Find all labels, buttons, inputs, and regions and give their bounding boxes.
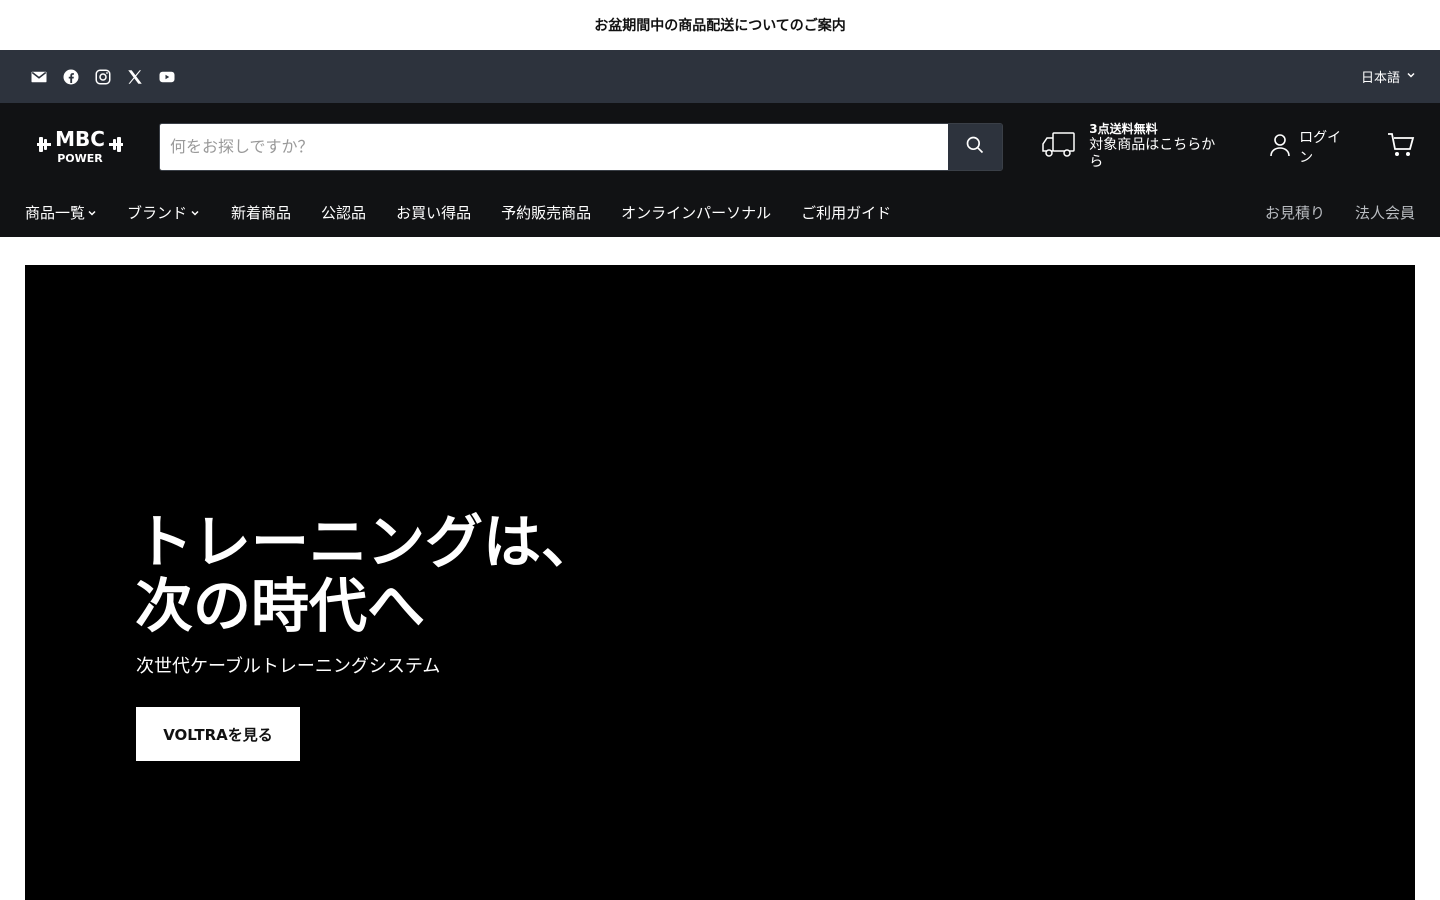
nav-left: 商品一覧 ブランド 新着商品 公認品 お買い得品 予約販売商品 オンラインパーソ…: [25, 202, 921, 223]
logo-text-mbc: MBC: [55, 127, 105, 151]
truck-icon: [1041, 130, 1077, 164]
nav-right: お見積り 法人会員: [1235, 202, 1415, 223]
main-nav: 商品一覧 ブランド 新着商品 公認品 お買い得品 予約販売商品 オンラインパーソ…: [0, 190, 1440, 237]
login-link[interactable]: ログイン: [1269, 127, 1355, 167]
mail-icon[interactable]: [30, 68, 48, 86]
nav-label: お買い得品: [396, 204, 472, 222]
nav-item-brands[interactable]: ブランド: [127, 202, 201, 223]
hero-title-line-1: トレーニングは、: [135, 508, 600, 576]
header-top: MBC POWER 3点送料無料 対象商品はこちらから: [0, 103, 1440, 190]
nav-item-quote[interactable]: お見積り: [1265, 202, 1325, 223]
nav-label: 新着商品: [231, 204, 292, 222]
chevron-down-icon: [87, 204, 97, 222]
facebook-icon[interactable]: [62, 68, 80, 86]
site-header: MBC POWER 3点送料無料 対象商品はこちらから: [0, 103, 1440, 237]
nav-item-preorder[interactable]: 予約販売商品: [501, 202, 591, 223]
nav-item-guide[interactable]: ご利用ガイド: [801, 202, 891, 223]
shipping-text: 3点送料無料 対象商品はこちらから: [1089, 122, 1229, 171]
nav-item-deals[interactable]: お買い得品: [396, 202, 471, 223]
nav-item-online-personal[interactable]: オンラインパーソナル: [621, 202, 771, 223]
nav-label: 商品一覧: [25, 204, 86, 222]
social-links: [30, 68, 176, 86]
utility-bar: 日本語: [0, 50, 1440, 103]
nav-label: 予約販売商品: [501, 204, 592, 222]
search-input[interactable]: [160, 123, 949, 170]
nav-label: 公認品: [321, 204, 367, 222]
hero-banner: トレーニングは、 次の時代へ 次世代ケーブルトレーニングシステム VOLTRAを…: [25, 265, 1415, 900]
nav-label: ブランド: [127, 204, 188, 222]
logo-text-power: POWER: [57, 152, 103, 165]
nav-item-business-member[interactable]: 法人会員: [1355, 202, 1415, 223]
youtube-icon[interactable]: [158, 68, 176, 86]
nav-item-products[interactable]: 商品一覧: [25, 202, 97, 223]
nav-label: オンラインパーソナル: [621, 204, 772, 222]
search-bar: [159, 122, 1004, 171]
nav-item-new-arrivals[interactable]: 新着商品: [231, 202, 291, 223]
nav-label: ご利用ガイド: [801, 204, 892, 222]
announcement-bar: お盆期間中の商品配送についてのご案内: [0, 0, 1440, 50]
nav-label: お見積り: [1264, 204, 1325, 222]
chevron-down-icon: [1406, 69, 1416, 84]
nav-item-official[interactable]: 公認品: [321, 202, 366, 223]
site-logo[interactable]: MBC POWER: [35, 127, 125, 167]
search-button[interactable]: [948, 123, 1003, 170]
language-label: 日本語: [1360, 71, 1400, 86]
shipping-title: 3点送料無料: [1089, 122, 1158, 136]
instagram-icon[interactable]: [94, 68, 112, 86]
chevron-down-icon: [189, 204, 201, 222]
x-icon[interactable]: [126, 68, 144, 86]
login-label: ログイン: [1299, 129, 1342, 166]
mbc-power-logo: MBC POWER: [37, 127, 123, 165]
shipping-subtitle: 対象商品はこちらから: [1089, 137, 1216, 170]
search-icon: [965, 135, 985, 158]
hero-title: トレーニングは、 次の時代へ: [135, 510, 599, 638]
nav-label: 法人会員: [1354, 204, 1415, 222]
cart-button[interactable]: [1387, 132, 1415, 162]
language-selector[interactable]: 日本語: [1361, 67, 1416, 86]
hero-cta-button[interactable]: VOLTRAを見る: [136, 707, 300, 761]
hero-subtitle: 次世代ケーブルトレーニングシステム: [136, 656, 441, 677]
cart-icon: [1387, 132, 1415, 162]
hero-title-line-2: 次の時代へ: [135, 572, 426, 640]
announcement-link[interactable]: お盆期間中の商品配送についてのご案内: [594, 15, 846, 35]
free-shipping-promo[interactable]: 3点送料無料 対象商品はこちらから: [1041, 122, 1229, 171]
user-icon: [1269, 133, 1291, 161]
